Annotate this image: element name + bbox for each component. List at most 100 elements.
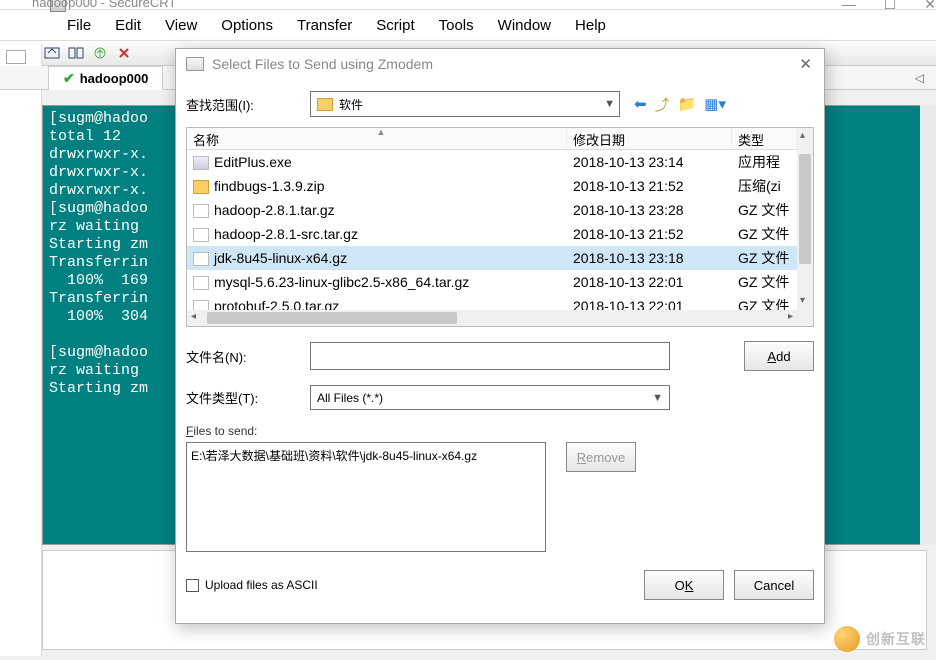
add-button[interactable]: AAdddd (744, 341, 814, 371)
tab-scroll-left-icon[interactable]: ◁ (915, 71, 924, 85)
back-icon[interactable]: ⬅ (634, 95, 647, 113)
files-to-send-entry[interactable]: E:\若泽大数据\基础班\资料\软件\jdk-8u45-linux-x64.gz (191, 447, 541, 464)
file-date: 2018-10-13 21:52 (567, 226, 732, 242)
menu-view[interactable]: View (153, 13, 209, 38)
dialog-title-bar[interactable]: Select Files to Send using Zmodem ✕ (176, 49, 824, 79)
file-type: GZ 文件 (732, 272, 797, 292)
file-icon (193, 204, 209, 218)
hscroll-thumb[interactable] (207, 312, 457, 324)
new-folder-icon[interactable]: 📁 (678, 95, 697, 113)
file-type: GZ 文件 (732, 224, 797, 244)
folder-icon (317, 98, 333, 111)
file-type-value: All Files (*.*) (317, 391, 383, 405)
dialog-close-icon[interactable]: ✕ (799, 55, 812, 73)
file-name-input[interactable] (310, 342, 670, 370)
left-edge (0, 44, 42, 656)
file-row[interactable]: protobuf-2.5.0.tar.gz 2018-10-13 22:01GZ … (187, 294, 813, 310)
file-date: 2018-10-13 22:01 (567, 274, 732, 290)
files-to-send-list[interactable]: E:\若泽大数据\基础班\资料\软件\jdk-8u45-linux-x64.gz (186, 442, 546, 552)
dialog-title: Select Files to Send using Zmodem (212, 56, 433, 72)
col-name[interactable]: 名称▲ (187, 128, 567, 149)
up-icon[interactable]: ⤴ (655, 94, 670, 115)
cancel-button[interactable]: Cancel (734, 570, 814, 600)
maximize-icon[interactable]: ☐ (884, 0, 897, 13)
scroll-up-icon[interactable]: ▴ (800, 130, 805, 141)
look-in-combo[interactable]: 软件 ▼ (310, 91, 620, 117)
toolbar-icon-2[interactable] (42, 43, 62, 63)
watermark: 创新互联 (834, 626, 926, 652)
file-row[interactable]: EditPlus.exe 2018-10-13 23:14应用程 (187, 150, 813, 174)
terminal-scrollbar[interactable] (920, 105, 936, 545)
menu-script[interactable]: Script (364, 13, 426, 38)
file-name: hadoop-2.8.1-src.tar.gz (214, 226, 358, 242)
menu-bar: File Edit View Options Transfer Script T… (0, 10, 936, 40)
file-row[interactable]: mysql-5.6.23-linux-glibc2.5-x86_64.tar.g… (187, 270, 813, 294)
menu-tools[interactable]: Tools (427, 13, 486, 38)
file-icon (193, 156, 209, 170)
dialog-icon (186, 57, 204, 71)
file-name: EditPlus.exe (214, 154, 292, 170)
scroll-down-icon[interactable]: ▾ (800, 295, 805, 306)
file-name: hadoop-2.8.1.tar.gz (214, 202, 335, 218)
file-dialog: Select Files to Send using Zmodem ✕ 查找范围… (175, 48, 825, 624)
menu-window[interactable]: Window (486, 13, 563, 38)
files-to-send-label: Files to send: (186, 424, 814, 438)
file-type: 应用程 (732, 152, 797, 172)
app-title: hadoop000 - SecureCRT (32, 0, 176, 10)
view-menu-icon[interactable]: ▦▾ (704, 95, 726, 113)
close-icon[interactable]: ✕ (924, 0, 936, 13)
menu-transfer[interactable]: Transfer (285, 13, 364, 38)
file-type-label: 文件类型(T): (186, 388, 296, 407)
file-row[interactable]: jdk-8u45-linux-x64.gz2018-10-13 23:18GZ … (187, 246, 813, 270)
toolbar-icon-3[interactable] (66, 43, 86, 63)
watermark-text: 创新互联 (866, 629, 926, 649)
file-date: 2018-10-13 21:52 (567, 178, 732, 194)
ok-button[interactable]: OK (644, 570, 724, 600)
app-title-bar: hadoop000 - SecureCRT — ☐ ✕ (0, 0, 936, 10)
file-date: 2018-10-13 22:01 (567, 298, 732, 310)
file-icon (193, 300, 209, 310)
file-date: 2018-10-13 23:14 (567, 154, 732, 170)
file-row[interactable]: hadoop-2.8.1.tar.gz2018-10-13 23:28GZ 文件 (187, 198, 813, 222)
file-row[interactable]: findbugs-1.3.9.zip 2018-10-13 21:52压缩(zi (187, 174, 813, 198)
toolbar-icon-4[interactable] (90, 43, 110, 63)
file-list-header: 名称▲ 修改日期 类型 (187, 128, 813, 150)
remove-button[interactable]: Remove (566, 442, 636, 472)
left-edge-icon[interactable] (6, 50, 26, 64)
chevron-down-icon: ▼ (604, 98, 615, 110)
check-icon: ✔ (63, 70, 75, 87)
file-name-label: 文件名(N): (186, 347, 296, 366)
file-row[interactable]: hadoop-2.8.1-src.tar.gz 2018-10-13 21:52G… (187, 222, 813, 246)
file-type: GZ 文件 (732, 296, 797, 310)
menu-file[interactable]: File (55, 13, 103, 38)
file-icon (193, 180, 209, 194)
file-list-vscroll[interactable]: ▴ ▾ (797, 128, 813, 326)
file-icon (193, 228, 209, 242)
minimize-icon[interactable]: — (842, 0, 856, 13)
chevron-down-icon: ▼ (652, 392, 663, 404)
session-tab-label: hadoop000 (80, 71, 149, 86)
file-type: 压缩(zi (732, 176, 797, 196)
menu-edit[interactable]: Edit (103, 13, 153, 38)
file-name: findbugs-1.3.9.zip (214, 178, 325, 194)
file-list: 名称▲ 修改日期 类型 EditPlus.exe 2018-10-13 23:14… (186, 127, 814, 327)
col-type[interactable]: 类型 (732, 128, 797, 149)
file-type: GZ 文件 (732, 248, 797, 268)
look-in-label: 查找范围(I): (186, 95, 296, 114)
file-name: protobuf-2.5.0.tar.gz (214, 298, 339, 310)
file-type-combo[interactable]: All Files (*.*) ▼ (310, 385, 670, 410)
toolbar-icon-5[interactable] (114, 43, 134, 63)
file-name: mysql-5.6.23-linux-glibc2.5-x86_64.tar.g… (214, 274, 469, 290)
scroll-right-icon[interactable]: ▸ (788, 311, 793, 322)
watermark-logo-icon (834, 626, 860, 652)
menu-help[interactable]: Help (563, 13, 618, 38)
file-date: 2018-10-13 23:28 (567, 202, 732, 218)
menu-options[interactable]: Options (209, 13, 285, 38)
vscroll-thumb[interactable] (799, 154, 811, 264)
file-name: jdk-8u45-linux-x64.gz (214, 250, 347, 266)
scroll-left-icon[interactable]: ◂ (191, 311, 196, 322)
col-date[interactable]: 修改日期 (567, 128, 732, 149)
file-list-hscroll[interactable]: ◂ ▸ (187, 310, 813, 326)
session-tab[interactable]: ✔ hadoop000 (48, 66, 163, 90)
upload-ascii-checkbox[interactable]: Upload files as ASCII (186, 578, 318, 592)
